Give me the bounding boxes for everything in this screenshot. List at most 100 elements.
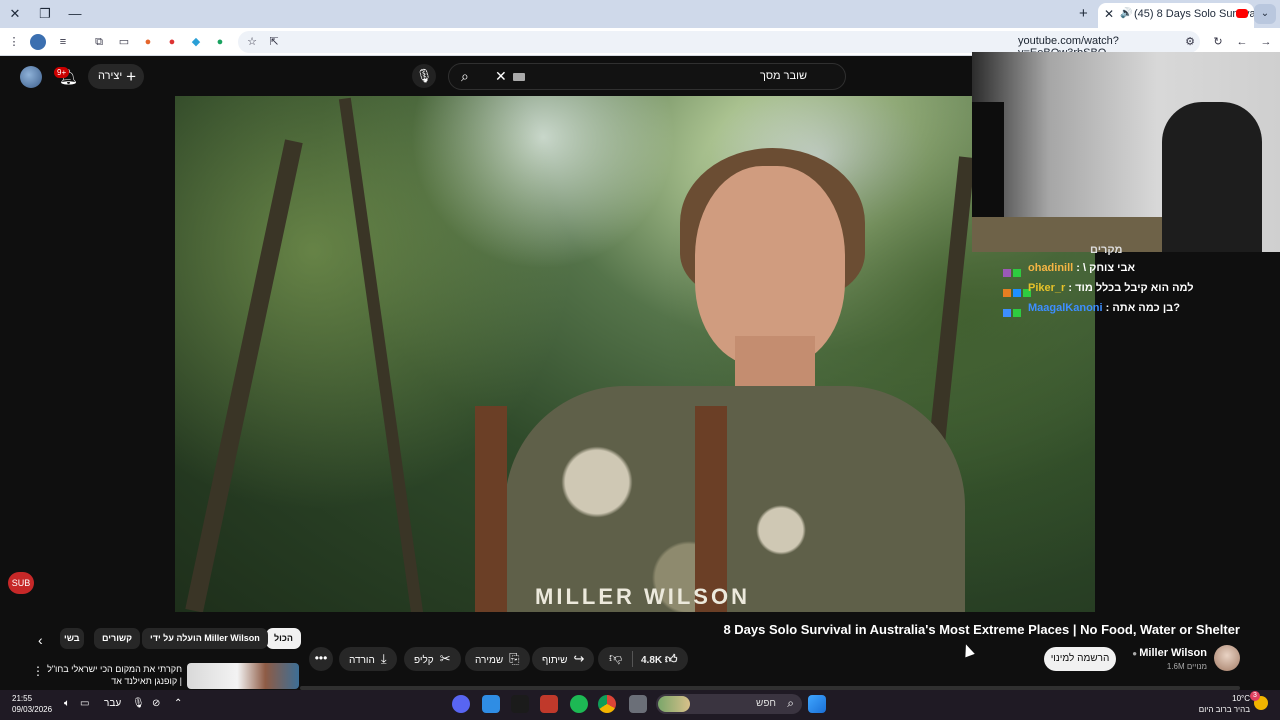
reload-icon[interactable]: ↻ [1210,34,1226,50]
language-indicator[interactable]: עבר [104,698,121,709]
download-button[interactable]: הורדה ⤓ [339,647,397,671]
tab-close-icon[interactable]: ✕ [1104,3,1114,25]
chat-text: מקרים [1090,244,1123,256]
chat-badges [1003,304,1023,324]
chat-line: MaagalKanoni : בן כמה אתה? [1028,302,1180,314]
recommendation-title[interactable]: חקרתי את המקום הכי ישראלי בחו"ל | קופנגן… [46,663,182,687]
recommendation-thumbnail[interactable] [187,663,299,689]
browser-tab-youtube[interactable]: ✕ 🔊 (45) 8 Days Solo Survival in [1098,3,1254,28]
bookmark-star-icon[interactable]: ☆ [244,34,260,50]
browser-tab-bar: ✕ ❐ — + ✕ 🔊 (45) 8 Days Solo Survival in… [0,0,1280,28]
extension-blue-icon[interactable]: ◆ [188,34,204,50]
youtube-favicon-icon [1236,9,1248,18]
more-actions-icon[interactable]: ••• [309,647,333,671]
video-player[interactable]: MILLER WILSON [175,96,1095,612]
mic-tray-icon[interactable]: 🎙︎ [132,698,145,709]
stream-chat: מקרים ohadinill : \ אבי צוחק Piker_r : ל… [1000,244,1220,318]
search-query: שובר מסך [760,70,807,82]
chip-uploaded-by[interactable]: הועלה על ידי Miller Wilson [142,628,268,649]
chat-message: Piker_r : למה הוא קיבל בכלל מוד [1000,278,1220,298]
clear-search-icon[interactable]: ✕ [495,68,507,85]
download-icon: ⤓ [380,651,387,666]
search-art [658,696,690,712]
mouse-cursor-icon [961,642,975,658]
volume-icon[interactable]: 🔈︎ [64,698,70,709]
chip-related[interactable]: קשורים [94,628,141,649]
terminal-app-icon[interactable] [511,695,529,713]
discord-app-icon[interactable] [452,695,470,713]
apps-grid-icon[interactable] [482,695,500,713]
new-tab-button[interactable]: + [1079,5,1088,22]
chat-username: MaagalKanoni [1028,302,1103,314]
share-icon: ↪ [573,651,585,666]
search-input[interactable]: ⌕ ✕ שובר מסך [448,63,846,90]
channel-avatar[interactable] [1214,645,1240,671]
close-window-icon[interactable]: ✕ [6,5,24,23]
search-icon[interactable]: ⌕ [461,68,469,85]
address-bar[interactable]: ☆ ⇱ youtube.com/watch?v=EeBOw3rbSBQ ⚙ [238,31,1200,59]
share-button[interactable]: שיתוף ↪ [532,647,595,671]
webcam-overlay [972,52,1280,252]
extension-red-icon[interactable]: ● [164,34,180,50]
dislike-icon[interactable]: 👎︎ [609,650,622,666]
spotify-app-icon[interactable] [570,695,588,713]
weather-badge: 3 [1250,691,1260,701]
file-explorer-icon[interactable] [629,695,647,713]
extensions-icon[interactable]: ⧉ [91,34,107,50]
cast-icon[interactable]: ⇱ [266,34,282,50]
restore-window-icon[interactable]: ❐ [36,5,54,23]
tray-overflow-icon[interactable]: ⌃ [174,698,182,709]
keyboard-icon[interactable] [513,73,525,81]
backpack-strap [475,406,507,612]
search-icon: ⌕ [787,696,794,710]
windows-start-icon[interactable] [808,695,826,713]
speaker-icon: 🔊 [1120,8,1133,19]
system-clock[interactable]: 21:55 09/03/2026 [12,693,52,715]
chat-message: ohadinill : \ אבי צוחק [1000,258,1220,278]
like-icon: 👍︎ [664,652,678,666]
chip-partial[interactable]: בשי [60,628,84,649]
clip-button[interactable]: קליפ ✂ [404,647,461,671]
back-icon[interactable]: → [1258,34,1274,50]
chip-all[interactable]: הכול [266,628,301,649]
chat-message-partial: מקרים [1000,244,1220,258]
network-icon[interactable]: ▭ [80,698,89,709]
screenshot-icon[interactable]: ▭ [116,34,132,50]
subscriber-count: 1.6M מנויים [1166,662,1207,671]
red-app-icon[interactable] [540,695,558,713]
tab-search-icon[interactable]: ⌄ [1254,4,1276,24]
menu-dots-icon[interactable]: ⋮ [6,34,22,50]
save-button[interactable]: שמירה ⎘ [465,647,530,671]
reading-list-icon[interactable]: ≡ [55,34,71,50]
plus-icon: + [126,67,136,86]
chat-text: \ אבי צוחק [1083,262,1135,274]
chat-username: ohadinill [1028,262,1074,274]
chrome-app-icon[interactable] [598,695,616,713]
profile-icon[interactable] [30,34,46,50]
forward-icon[interactable]: ← [1234,34,1250,50]
backpack-strap [695,406,727,612]
minimize-window-icon[interactable]: — [66,5,84,23]
channel-name[interactable]: ● Miller Wilson [1132,647,1207,659]
person-shirt [505,386,965,612]
subscribe-button[interactable]: הרשמה למינוי [1044,647,1116,671]
extension-orange-icon[interactable]: ● [140,34,156,50]
like-button[interactable]: 4.8K 👍︎ [641,652,677,667]
account-avatar[interactable] [20,66,42,88]
monitor-shape [972,102,1004,217]
video-title: 8 Days Solo Survival in Australia's Most… [723,622,1240,637]
chevron-left-icon[interactable]: ‹ [38,632,43,648]
like-dislike-group: 👎︎ 4.8K 👍︎ [598,647,688,671]
weather-widget[interactable]: 10°C בהיר ברוב היום [1199,693,1250,715]
create-button[interactable]: יצירה + [88,64,144,89]
create-label: יצירה [98,70,123,82]
site-settings-icon[interactable]: ⚙ [1182,34,1198,50]
extension-green-icon[interactable]: ● [212,34,228,50]
floating-sub-button[interactable]: SUB [8,572,34,594]
recommendation-menu-icon[interactable]: ⋮ [32,664,44,678]
scissors-icon: ✂ [439,651,451,666]
voice-search-mic-icon[interactable]: 🎙︎ [412,64,436,88]
camera-off-icon[interactable]: ⊘ [152,698,160,709]
chat-text: למה הוא קיבל בכלל מוד [1075,282,1194,294]
taskbar-search[interactable]: חפש ⌕ [656,694,802,714]
